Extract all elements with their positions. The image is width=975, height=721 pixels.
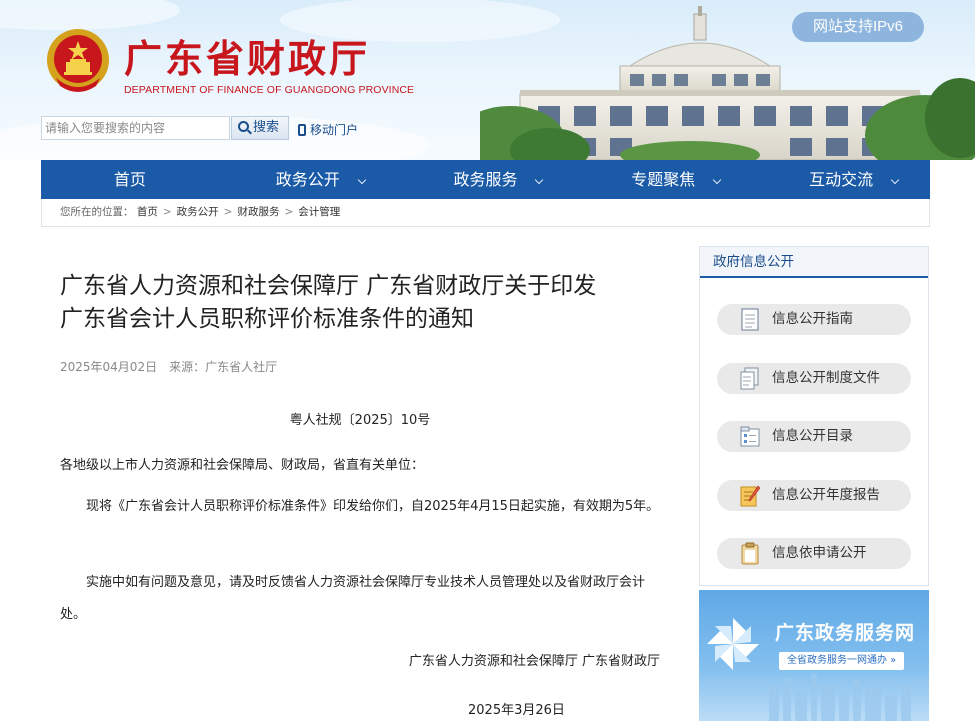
guangdong-gov-service-banner[interactable]: 广东政务服务网 全省政务服务一网通办 »: [699, 590, 929, 721]
article-source: 来源：广东省人社厅: [169, 360, 278, 374]
breadcrumb-prefix: 您所在的位置：: [60, 206, 134, 218]
article-signature: 广东省人力资源和社会保障厅 广东省财政厅: [408, 654, 660, 669]
breadcrumb-link-government-affairs-open[interactable]: 政务公开: [177, 206, 219, 218]
main-nav: 首页 政务公开 政务服务 专题聚焦 互动交流: [41, 160, 930, 199]
button-label: 信息公开目录: [772, 428, 853, 444]
article-title-line2: 广东省会计人员职称评价标准条件的通知: [60, 306, 474, 332]
button-label: 信息公开年度报告: [772, 487, 880, 503]
site-header: 广东省财政厅 DEPARTMENT OF FINANCE OF GUANGDON…: [0, 0, 975, 160]
breadcrumb-separator: >: [284, 206, 294, 218]
article-sign-date: 2025年3月26日: [468, 703, 565, 718]
chevron-down-icon: [536, 160, 542, 199]
nav-item-interaction[interactable]: 互动交流: [752, 160, 930, 199]
site-title: 广东省财政厅: [124, 36, 371, 81]
search-icon: [238, 121, 249, 132]
button-label: 信息依申请公开: [772, 545, 867, 561]
article-title: 广东省人力资源和社会保障厅 广东省财政厅关于印发 广东省会计人员职称评价标准条件…: [60, 270, 670, 336]
mobile-portal-label: 移动门户: [310, 123, 359, 137]
government-info-panel: 政府信息公开 信息公开指南 信息公开制度文件 信息公开目录 信息公开年度报告 信…: [699, 246, 929, 586]
nav-item-special-topics[interactable]: 专题聚焦: [574, 160, 752, 199]
service-banner-title: 广东政务服务网: [775, 622, 916, 644]
article-date: 2025年04月02日: [60, 360, 158, 374]
info-disclosure-request-button[interactable]: 信息依申请公开: [717, 538, 911, 569]
breadcrumb-separator: >: [162, 206, 172, 218]
article-meta: 2025年04月02日 来源：广东省人社厅: [60, 358, 277, 375]
mobile-portal-link[interactable]: 移动门户: [298, 121, 358, 138]
article-paragraph: 实施中如有问题及意见，请及时反馈省人力资源社会保障厅专业技术人员管理处以及省财政…: [60, 575, 646, 622]
info-disclosure-rules-button[interactable]: 信息公开制度文件: [717, 363, 911, 394]
breadcrumb-link-finance-services[interactable]: 财政服务: [237, 206, 279, 218]
chevron-down-icon: [892, 160, 898, 199]
mobile-phone-icon: [298, 124, 306, 136]
nav-item-government-affairs-open[interactable]: 政务公开: [219, 160, 397, 199]
nav-item-label: 政务公开: [275, 170, 340, 189]
nav-item-label: 专题聚焦: [631, 170, 696, 189]
nav-item-label: 互动交流: [809, 170, 874, 189]
site-subtitle: DEPARTMENT OF FINANCE OF GUANGDONG PROVI…: [124, 84, 415, 96]
info-disclosure-annual-report-button[interactable]: 信息公开年度报告: [717, 480, 911, 511]
article-title-line1: 广东省人力资源和社会保障厅 广东省财政厅关于印发: [60, 273, 597, 299]
info-disclosure-catalog-button[interactable]: 信息公开目录: [717, 421, 911, 452]
article-paragraph: 现将《广东省会计人员职称评价标准条件》印发给你们，自2025年4月15日起实施，…: [86, 499, 660, 514]
breadcrumb-link-accounting-management[interactable]: 会计管理: [298, 206, 340, 218]
nav-item-home[interactable]: 首页: [41, 160, 219, 199]
clipboard-icon: [741, 542, 759, 565]
chevron-down-icon: [359, 160, 365, 199]
nav-item-label: 首页: [113, 170, 146, 189]
breadcrumb-link-home[interactable]: 首页: [137, 206, 158, 218]
folder-list-icon: [740, 426, 760, 447]
nav-item-government-services[interactable]: 政务服务: [397, 160, 575, 199]
chevron-down-icon: [714, 160, 720, 199]
article: 广东省人力资源和社会保障厅 广东省财政厅关于印发 广东省会计人员职称评价标准条件…: [60, 270, 670, 718]
info-disclosure-guide-button[interactable]: 信息公开指南: [717, 304, 911, 335]
search-input[interactable]: 请输入您要搜索的内容: [41, 116, 230, 140]
button-label: 信息公开制度文件: [772, 370, 880, 386]
national-emblem-icon: [47, 29, 109, 92]
document-number: 粤人社规〔2025〕10号: [289, 413, 431, 428]
files-icon: [740, 367, 759, 390]
report-pencil-icon: [740, 485, 761, 507]
ipv6-badge: 网站支持IPv6: [792, 12, 924, 42]
breadcrumb-separator: >: [223, 206, 233, 218]
article-paragraph: 各地级以上市人力资源和社会保障局、财政局，省直有关单位：: [60, 458, 425, 473]
nav-item-label: 政务服务: [453, 170, 518, 189]
document-icon: [741, 308, 759, 331]
panel-heading: 政府信息公开: [700, 247, 928, 278]
search-button-label: 搜索: [253, 120, 280, 135]
service-banner-subtitle: 全省政务服务一网通办 »: [779, 652, 905, 670]
breadcrumb: 您所在的位置： 首页 > 政务公开 > 财政服务 > 会计管理: [41, 199, 930, 227]
button-label: 信息公开指南: [772, 311, 853, 327]
search-button[interactable]: 搜索: [231, 116, 289, 140]
